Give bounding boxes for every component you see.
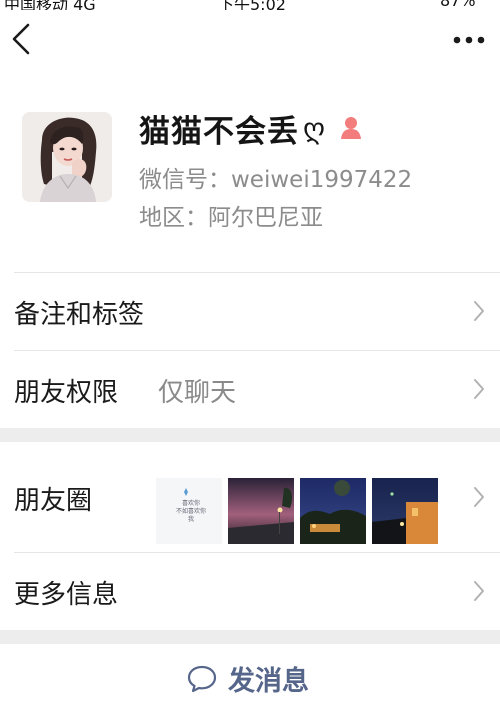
moment-thumb-night-trees[interactable] [300, 478, 366, 544]
region: 地区：阿尔巴尼亚 [139, 205, 323, 231]
profile-header: 猫猫不会丢 ღ 微信号：weiwei1997422 地区：阿尔巴尼亚 [0, 70, 500, 272]
wechat-id: 微信号：weiwei1997422 [139, 167, 413, 193]
chevron-right-icon [474, 581, 484, 601]
status-bar: 中国移动 4G 下午5:02 87% [0, 0, 500, 10]
photo-night-street [228, 478, 294, 544]
divider [14, 272, 500, 273]
nickname: 猫猫不会丢 [139, 113, 299, 150]
battery-text: 87% [440, 0, 476, 10]
moments-thumbnails: 喜欢你 不如喜欢你 我 [156, 478, 438, 544]
moments-row[interactable]: 朋友圈 喜欢你 不如喜欢你 我 [0, 442, 500, 552]
nickname-heart-emoji: ღ [303, 111, 327, 145]
moment-thumb-night-street[interactable] [228, 478, 294, 544]
divider [14, 350, 500, 351]
more-button[interactable] [452, 28, 486, 52]
chevron-left-icon [12, 23, 30, 55]
avatar-illustration-icon [22, 112, 112, 202]
send-message-label: 发消息 [228, 665, 309, 697]
photo-night-building [372, 478, 438, 544]
moment-thumb-text[interactable]: 喜欢你 不如喜欢你 我 [156, 478, 222, 544]
clock-text: 下午5:02 [218, 0, 286, 10]
remarks-tags-row[interactable]: 备注和标签 [0, 272, 500, 350]
send-message-button[interactable]: 发消息 [186, 656, 309, 700]
nickname-row: 猫猫不会丢 ღ [139, 106, 366, 150]
avatar[interactable] [22, 112, 112, 202]
friend-permissions-row[interactable]: 朋友权限 仅聊天 [0, 350, 500, 428]
remarks-tags-label: 备注和标签 [14, 300, 145, 330]
chevron-right-icon [474, 487, 484, 507]
nav-bar [0, 10, 500, 70]
back-button[interactable] [8, 22, 36, 56]
divider [14, 552, 500, 553]
friend-permissions-label: 朋友权限 [14, 378, 119, 408]
moment-thumb-night-building[interactable] [372, 478, 438, 544]
more-dots-icon [453, 36, 485, 44]
moments-label: 朋友圈 [14, 486, 93, 516]
chat-bubble-icon [187, 665, 217, 693]
chevron-right-icon [474, 379, 484, 399]
carrier-text: 中国移动 4G [4, 0, 96, 10]
more-info-label: 更多信息 [14, 580, 119, 610]
chevron-right-icon [474, 301, 484, 321]
photo-night-trees [300, 478, 366, 544]
female-icon [341, 117, 362, 139]
moment-thumb-caption: 喜欢你 不如喜欢你 我 [175, 500, 206, 523]
more-info-row[interactable]: 更多信息 [0, 552, 500, 630]
send-message-area: 发消息 [0, 644, 500, 712]
friend-permissions-value: 仅聊天 [158, 378, 237, 408]
